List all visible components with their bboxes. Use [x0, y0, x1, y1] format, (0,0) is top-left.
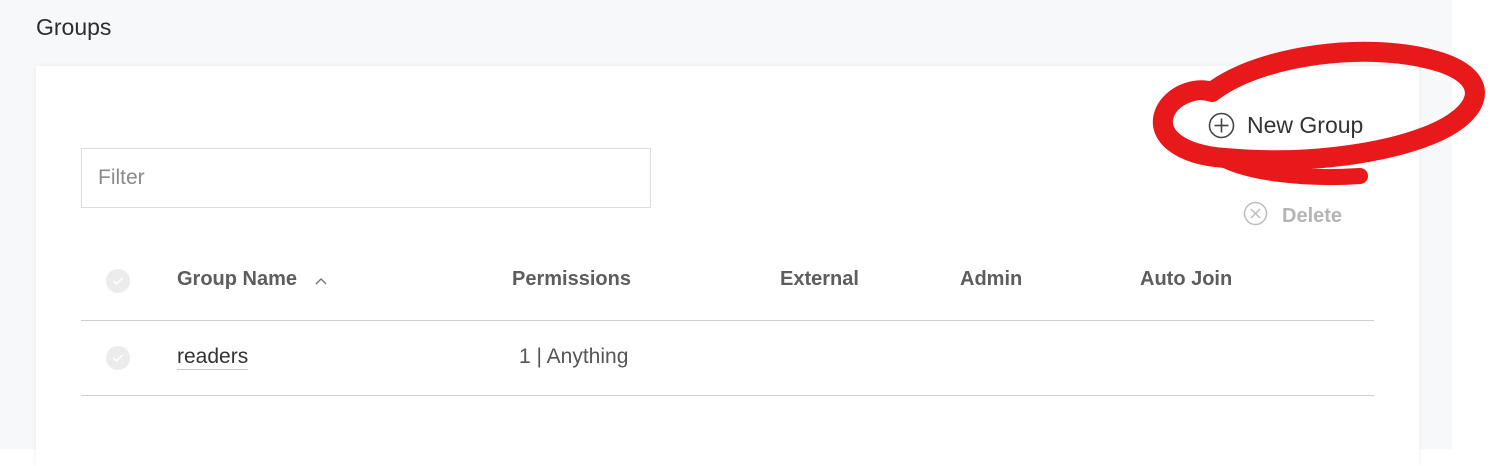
column-header-auto-join[interactable]: Auto Join [1140, 268, 1232, 291]
header-divider [81, 320, 1374, 321]
column-header-group-name[interactable]: Group Name [177, 268, 327, 291]
group-name-link[interactable]: readers [177, 345, 249, 370]
page-title: Groups [36, 14, 112, 40]
sort-ascending-icon [315, 268, 327, 291]
column-header-permissions[interactable]: Permissions [512, 268, 631, 291]
new-group-label: New Group [1247, 112, 1364, 138]
check-icon [112, 354, 124, 363]
delete-button[interactable]: Delete [1243, 201, 1342, 231]
plus-circle-icon [1208, 112, 1235, 139]
select-all-checkbox[interactable] [106, 269, 130, 293]
row-divider [81, 395, 1374, 396]
filter-input[interactable] [81, 148, 651, 208]
new-group-button[interactable]: New Group [1208, 112, 1363, 139]
check-icon [112, 277, 124, 286]
table-row-permissions: 1 | Anything [519, 345, 629, 368]
column-header-admin[interactable]: Admin [960, 268, 1022, 291]
x-circle-icon [1243, 201, 1268, 231]
table-row-group-name: readers [177, 345, 249, 370]
column-header-external[interactable]: External [780, 268, 859, 291]
column-header-label: Group Name [177, 268, 298, 290]
delete-label: Delete [1282, 204, 1343, 227]
row-checkbox[interactable] [106, 346, 130, 370]
